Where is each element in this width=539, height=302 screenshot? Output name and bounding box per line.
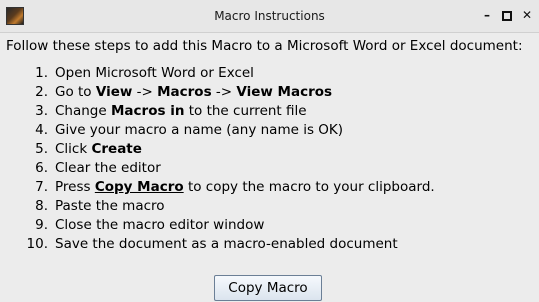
intro-text: Follow these steps to add this Macro to … [6, 38, 523, 54]
step-emphasis: View [95, 84, 133, 100]
step-emphasis: View Macros [236, 84, 333, 100]
step-text: Save the document as a macro-enabled doc… [55, 236, 398, 252]
list-item: 7. Press Copy Macro to copy the macro to … [0, 179, 539, 198]
step-number: 2. [35, 84, 48, 100]
step-text: Change Macros in to the current file [55, 103, 307, 119]
list-item: 3. Change Macros in to the current file [0, 103, 539, 122]
step-text-segment: to the current file [184, 103, 307, 119]
list-item: 8. Paste the macro [0, 198, 539, 217]
step-text-segment: Go to [55, 84, 96, 100]
steps-list: 1. Open Microsoft Word or Excel 2. Go to Vi… [0, 65, 539, 255]
window-title: Macro Instructions [214, 9, 325, 23]
step-text-segment: Open Microsoft Word or Excel [55, 65, 254, 81]
step-text-segment: Paste the macro [55, 198, 165, 214]
step-number: 5. [35, 141, 48, 157]
step-text-segment: -> [211, 84, 237, 100]
step-number: 1. [35, 65, 48, 81]
copy-macro-button[interactable]: Copy Macro [214, 275, 322, 301]
step-text-segment: to copy the macro to your clipboard. [183, 179, 435, 195]
step-number: 7. [35, 179, 48, 195]
step-emphasis: Macros in [110, 103, 185, 119]
step-text: Paste the macro [55, 198, 165, 214]
close-icon[interactable]: ✕ [520, 8, 534, 22]
step-text: Press Copy Macro to copy the macro to yo… [55, 179, 435, 195]
maximize-icon[interactable] [500, 8, 514, 22]
list-item: 2. Go to View -> Macros -> View Macros [0, 84, 539, 103]
step-text-segment: Press [55, 179, 95, 195]
step-text-segment: Clear the editor [55, 160, 161, 176]
dialog-content: Follow these steps to add this Macro to … [0, 33, 539, 302]
step-text-segment: Close the macro editor window [55, 217, 265, 233]
list-item: 5. Click Create [0, 141, 539, 160]
step-emphasis: Create [91, 141, 142, 157]
step-text: Give your macro a name (any name is OK) [55, 122, 343, 138]
step-text: Clear the editor [55, 160, 161, 176]
list-item: 10. Save the document as a macro-enabled … [0, 236, 539, 255]
macro-instructions-window: Macro Instructions – ✕ Follow these step… [0, 0, 539, 302]
step-emphasis: Copy Macro [94, 179, 184, 195]
step-text: Go to View -> Macros -> View Macros [55, 84, 332, 100]
step-text: Click Create [55, 141, 142, 157]
step-text-segment: -> [132, 84, 158, 100]
step-emphasis: Macros [157, 84, 212, 100]
step-text: Close the macro editor window [55, 217, 264, 233]
step-text-segment: Give your macro a name (any name is OK) [55, 122, 344, 138]
step-text-segment: Click [55, 141, 92, 157]
title-bar[interactable]: Macro Instructions – ✕ [0, 0, 539, 33]
list-item: 9. Close the macro editor window [0, 217, 539, 236]
step-text-segment: Change [55, 103, 111, 119]
step-text: Open Microsoft Word or Excel [55, 65, 254, 81]
step-number: 6. [35, 160, 48, 176]
list-item: 6. Clear the editor [0, 160, 539, 179]
list-item: 1. Open Microsoft Word or Excel [0, 65, 539, 84]
step-number: 3. [35, 103, 48, 119]
list-item: 4. Give your macro a name (any name is OK… [0, 122, 539, 141]
step-number: 4. [35, 122, 48, 138]
step-text-segment: Save the document as a macro-enabled doc… [55, 236, 398, 252]
step-number: 10. [26, 236, 48, 252]
step-number: 8. [35, 198, 48, 214]
minimize-icon[interactable]: – [480, 8, 494, 22]
step-number: 9. [35, 217, 48, 233]
